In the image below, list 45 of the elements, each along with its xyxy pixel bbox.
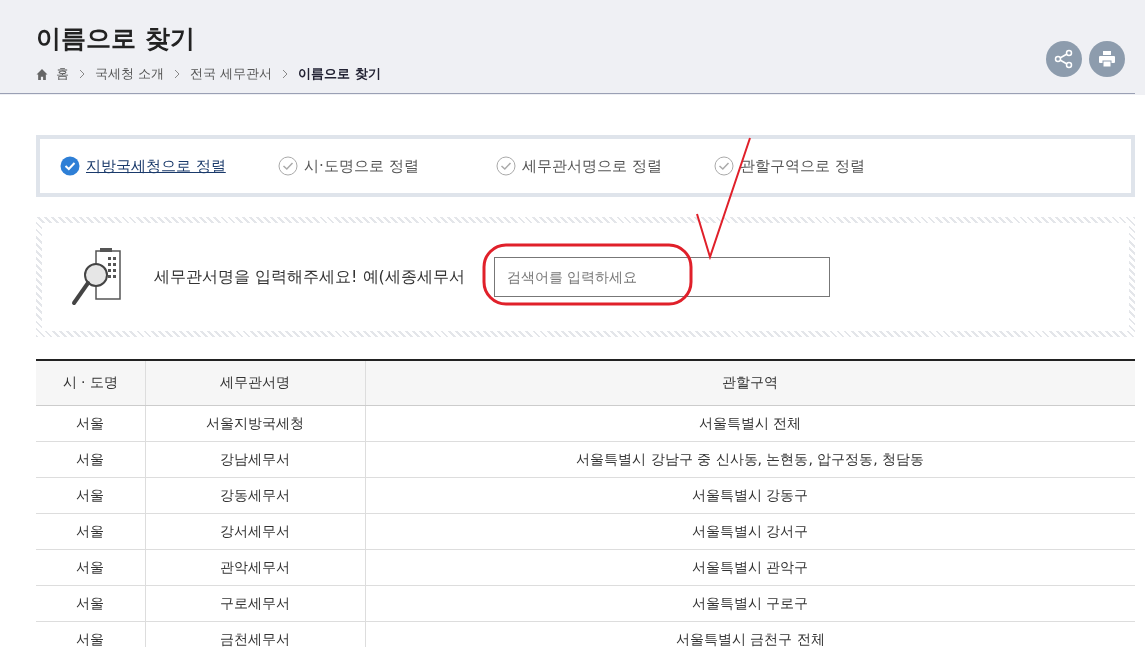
breadcrumb-link[interactable]: 이름으로 찾기	[298, 65, 381, 83]
column-header: 시 · 도명	[36, 360, 145, 406]
search-prompt: 세무관서명을 입력해주세요! 예(세종세무서	[154, 266, 465, 288]
check-icon	[714, 156, 734, 176]
sort-option[interactable]: 지방국세청으로 정렬	[60, 156, 278, 176]
table-cell: 서울특별시 관악구	[365, 549, 1135, 586]
sort-option[interactable]: 시·도명으로 정렬	[278, 156, 496, 176]
table-cell: 강서세무서	[145, 513, 365, 550]
table-cell: 서울지방국세청	[145, 405, 365, 442]
print-button[interactable]	[1089, 41, 1125, 77]
home-icon	[36, 68, 48, 80]
check-icon	[496, 156, 516, 176]
share-button[interactable]	[1046, 41, 1082, 77]
column-header: 세무관서명	[145, 360, 365, 406]
table-cell: 강동세무서	[145, 477, 365, 514]
chevron-icon	[77, 69, 87, 79]
table-cell: 서울	[36, 477, 145, 514]
page-title: 이름으로 찾기	[36, 23, 196, 55]
table-cell: 서울	[36, 549, 145, 586]
table-cell: 서울	[36, 513, 145, 550]
breadcrumb-link[interactable]: 전국 세무관서	[190, 65, 273, 83]
sort-option[interactable]: 관할구역으로 정렬	[714, 156, 932, 176]
search-field[interactable]: 검색어를 입력하세요	[493, 257, 830, 297]
check-icon	[60, 156, 80, 176]
table-cell: 서울특별시 전체	[365, 405, 1135, 442]
breadcrumb-link[interactable]: 홈	[56, 65, 69, 83]
table-cell: 서울	[36, 621, 145, 647]
table-cell: 서울특별시 강동구	[365, 477, 1135, 514]
printer-icon	[1097, 49, 1117, 69]
table-cell: 관악세무서	[145, 549, 365, 586]
table-cell: 서울특별시 구로구	[365, 585, 1135, 622]
column-header: 관할구역	[365, 360, 1135, 406]
table-cell: 강남세무서	[145, 441, 365, 478]
table-cell: 금천세무서	[145, 621, 365, 647]
table-cell: 서울특별시 강서구	[365, 513, 1135, 550]
table-cell: 서울	[36, 441, 145, 478]
breadcrumb-link[interactable]: 국세청 소개	[95, 65, 165, 83]
sort-option[interactable]: 세무관서명으로 정렬	[496, 156, 714, 176]
table-cell: 서울	[36, 585, 145, 622]
table-cell: 구로세무서	[145, 585, 365, 622]
check-icon	[278, 156, 298, 176]
table-cell: 서울특별시 금천구 전체	[365, 621, 1135, 647]
table-cell: 서울특별시 강남구 중 신사동, 논현동, 압구정동, 청담동	[365, 441, 1135, 478]
table-cell: 서울	[36, 405, 145, 442]
share-icon	[1054, 49, 1074, 69]
